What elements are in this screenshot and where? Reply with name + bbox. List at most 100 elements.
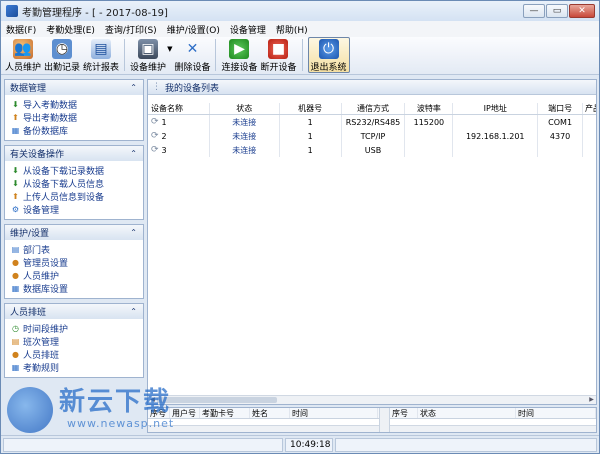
admin-icon: ● bbox=[12, 258, 19, 267]
scrollbar-thumb[interactable] bbox=[157, 397, 277, 403]
sidebar-item-backup[interactable]: ▦ 备份数据库 bbox=[11, 124, 140, 137]
column-header-index[interactable]: 序号 bbox=[148, 408, 170, 418]
sidebar-item-database-settings[interactable]: ▦ 数据库设置 bbox=[11, 282, 140, 295]
power-icon: ⏻ bbox=[318, 39, 339, 59]
sidebar-item-upload-staff[interactable]: ⬆ 上传人员信息到设备 bbox=[11, 190, 140, 203]
clock-icon: ◷ bbox=[12, 324, 19, 333]
minimize-button[interactable]: — bbox=[523, 4, 545, 18]
column-header-card-no[interactable]: 考勤卡号 bbox=[200, 408, 250, 418]
sidebar-item-label: 班次管理 bbox=[23, 338, 60, 348]
horizontal-scrollbar[interactable] bbox=[390, 425, 596, 432]
panel-header[interactable]: 维护/设置 ⌃ bbox=[5, 225, 143, 240]
column-header-machine-no[interactable]: 机器号 bbox=[280, 103, 342, 114]
chevron-up-icon[interactable]: ⌃ bbox=[130, 83, 137, 92]
users-icon: 👥 bbox=[13, 39, 33, 59]
column-header-user-no[interactable]: 用户号 bbox=[170, 408, 200, 418]
sidebar: 数据管理 ⌃ ⬇ 导入考勤数据 ⬆ 导出考勤数据 ▦ 备份数据库 有关设备操作 ⌃ ⬇… bbox=[4, 79, 144, 437]
panel-header[interactable]: 数据管理 ⌃ bbox=[5, 80, 143, 95]
maximize-button[interactable]: ▭ bbox=[546, 4, 568, 18]
column-header-baud-rate[interactable]: 波特率 bbox=[405, 103, 454, 114]
menu-attendance[interactable]: 考勤处理(E) bbox=[41, 23, 100, 36]
sidebar-item-export[interactable]: ⬆ 导出考勤数据 bbox=[11, 111, 140, 124]
scroll-left-icon[interactable]: ◀ bbox=[148, 396, 157, 404]
panel-splitter[interactable] bbox=[380, 408, 390, 432]
column-header-name[interactable]: 姓名 bbox=[250, 408, 290, 418]
sidebar-item-import[interactable]: ⬇ 导入考勤数据 bbox=[11, 98, 140, 111]
delete-device-button[interactable]: ✕ 删除设备 bbox=[174, 37, 210, 73]
scroll-right-icon[interactable]: ▶ bbox=[587, 396, 596, 404]
sidebar-item-staff-scheduling[interactable]: ● 人员排班 bbox=[11, 348, 140, 361]
sidebar-item-time-slots[interactable]: ◷ 时间段维护 bbox=[11, 322, 140, 335]
download-icon: ⬇ bbox=[12, 166, 19, 175]
sidebar-item-attendance-rules[interactable]: ▦ 考勤规则 bbox=[11, 361, 140, 374]
column-header-time[interactable]: 时间 bbox=[290, 408, 378, 418]
sidebar-item-label: 考勤规则 bbox=[23, 364, 60, 374]
comm-mode-cell: RS232/RS485 bbox=[342, 115, 406, 129]
sidebar-item-download-staff[interactable]: ⬇ 从设备下载人员信息 bbox=[11, 177, 140, 190]
table-row[interactable]: ⟳ 1 未连接 1 RS232/RS485 115200 COM1 bbox=[148, 115, 596, 129]
statistics-report-button[interactable]: ▤ 统计报表 bbox=[83, 37, 119, 73]
device-name-cell: ⟳ 2 bbox=[148, 129, 210, 143]
column-header-comm-mode[interactable]: 通信方式 bbox=[342, 103, 406, 114]
port-cell bbox=[538, 143, 584, 157]
chevron-up-icon[interactable]: ⌃ bbox=[130, 228, 137, 237]
menu-query-print[interactable]: 查询/打印(S) bbox=[100, 23, 162, 36]
machine-no-cell: 1 bbox=[280, 115, 342, 129]
table-row[interactable]: ⟳ 2 未连接 1 TCP/IP 192.168.1.201 4370 bbox=[148, 129, 596, 143]
column-header-device-name[interactable]: 设备名称 bbox=[148, 103, 210, 114]
baud-rate-cell bbox=[405, 143, 454, 157]
comm-mode-cell: TCP/IP bbox=[342, 129, 406, 143]
stop-icon: ■ bbox=[268, 39, 289, 59]
menu-maintenance[interactable]: 维护/设置(O) bbox=[162, 23, 225, 36]
column-header-time[interactable]: 时间 bbox=[516, 408, 596, 418]
menu-device[interactable]: 设备管理 bbox=[225, 23, 271, 36]
chevron-up-icon[interactable]: ⌃ bbox=[130, 307, 137, 316]
close-button[interactable]: ✕ bbox=[569, 4, 595, 18]
database-icon: ▦ bbox=[11, 126, 20, 135]
sidebar-item-department[interactable]: ▤ 部门表 bbox=[11, 243, 140, 256]
menu-data[interactable]: 数据(F) bbox=[1, 23, 41, 36]
panel-header[interactable]: 有关设备操作 ⌃ bbox=[5, 146, 143, 161]
delete-icon: ✕ bbox=[186, 41, 199, 57]
horizontal-scrollbar[interactable]: ◀ ▶ bbox=[148, 395, 596, 404]
product-cell bbox=[583, 115, 596, 129]
column-header-status[interactable]: 状态 bbox=[418, 408, 516, 418]
staff-maintenance-label: 人员维护 bbox=[5, 63, 42, 73]
device-icon: ▣ bbox=[138, 39, 159, 59]
sidebar-item-label: 从设备下载人员信息 bbox=[23, 180, 105, 190]
device-maintenance-label: 设备维护 bbox=[130, 63, 167, 73]
column-header-port[interactable]: 端口号 bbox=[538, 103, 584, 114]
device-name-cell: ⟳ 3 bbox=[148, 143, 210, 157]
exit-system-button[interactable]: ⏻ 退出系统 bbox=[307, 37, 350, 73]
sidebar-item-staff-maintenance[interactable]: ● 人员维护 bbox=[11, 269, 140, 282]
column-header-status[interactable]: 状态 bbox=[210, 103, 280, 114]
staff-maintenance-button[interactable]: 👥 人员维护 bbox=[5, 37, 41, 73]
device-list-header: ⋮ 我的设备列表 bbox=[148, 80, 596, 95]
ip-address-cell bbox=[453, 143, 539, 157]
chevron-down-icon[interactable]: ▼ bbox=[167, 45, 172, 53]
device-maintenance-button[interactable]: ▣ 设备维护 bbox=[130, 37, 166, 73]
app-icon bbox=[6, 5, 18, 17]
sidebar-item-label: 导出考勤数据 bbox=[23, 114, 78, 124]
table-row[interactable]: ⟳ 3 未连接 1 USB bbox=[148, 143, 596, 157]
column-header-product[interactable]: 产品 bbox=[583, 103, 596, 114]
column-header-ip-address[interactable]: IP地址 bbox=[453, 103, 539, 114]
sidebar-item-shift-management[interactable]: ▤ 班次管理 bbox=[11, 335, 140, 348]
horizontal-scrollbar[interactable] bbox=[148, 425, 379, 432]
statistics-report-label: 统计报表 bbox=[83, 63, 120, 73]
sidebar-item-label: 时间段维护 bbox=[23, 325, 69, 335]
users-icon: ● bbox=[12, 350, 19, 359]
sidebar-item-admin-settings[interactable]: ● 管理员设置 bbox=[11, 256, 140, 269]
sidebar-item-device-management[interactable]: ⚙ 设备管理 bbox=[11, 203, 140, 216]
sidebar-item-download-records[interactable]: ⬇ 从设备下载记录数据 bbox=[11, 164, 140, 177]
panel-data-management: 数据管理 ⌃ ⬇ 导入考勤数据 ⬆ 导出考勤数据 ▦ 备份数据库 bbox=[4, 79, 144, 141]
sidebar-item-label: 数据库设置 bbox=[23, 285, 69, 295]
attendance-records-button[interactable]: ◷ 出勤记录 bbox=[44, 37, 80, 73]
disconnect-device-button[interactable]: ■ 断开设备 bbox=[260, 37, 297, 73]
chevron-up-icon[interactable]: ⌃ bbox=[130, 149, 137, 158]
menu-help[interactable]: 帮助(H) bbox=[271, 23, 313, 36]
rules-icon: ▦ bbox=[11, 363, 20, 372]
column-header-index[interactable]: 序号 bbox=[390, 408, 418, 418]
panel-header[interactable]: 人员排班 ⌃ bbox=[5, 304, 143, 319]
connect-device-button[interactable]: ▶ 连接设备 bbox=[221, 37, 257, 73]
